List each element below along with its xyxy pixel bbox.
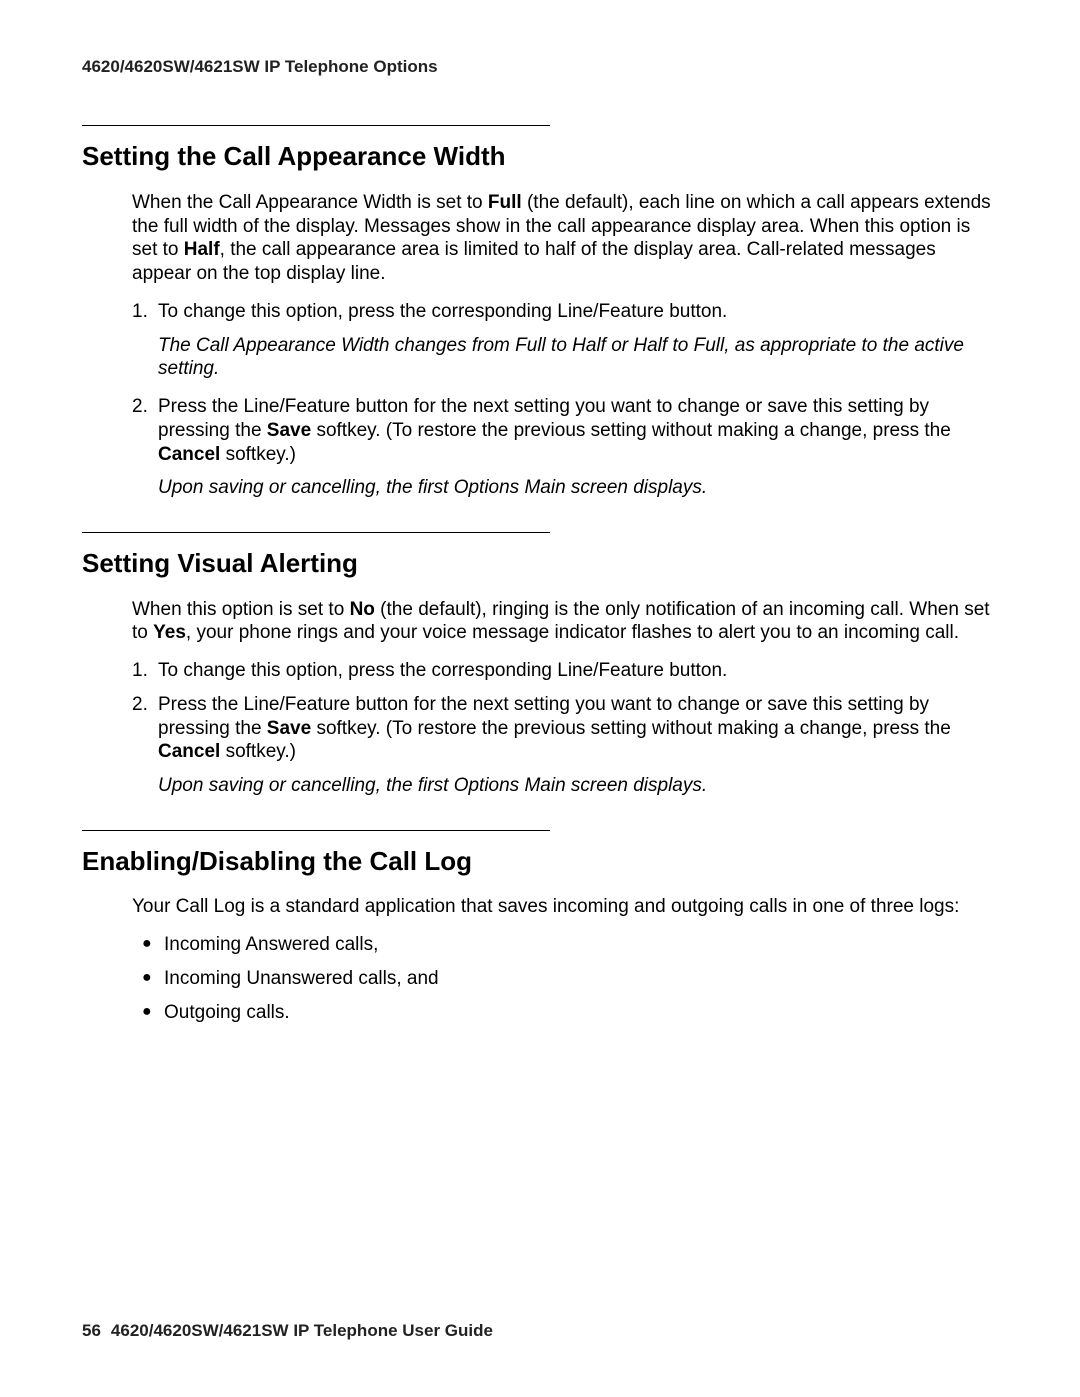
text-bold: Half [184,239,220,260]
text-bold: Cancel [158,741,220,762]
bullet-icon: ● [142,933,164,955]
text-bold: Cancel [158,444,220,465]
ordered-list: 1. To change this option, press the corr… [132,659,998,798]
list-number: 2. [132,395,158,466]
bullet-icon: ● [142,1001,164,1023]
document-page: 4620/4620SW/4621SW IP Telephone Options … [0,0,1080,1397]
list-text: To change this option, press the corresp… [158,659,998,683]
text: , your phone rings and your voice messag… [186,622,959,643]
section-heading: Setting Visual Alerting [82,547,998,580]
list-number: 1. [132,300,158,324]
bullet-icon: ● [142,967,164,989]
list-text: Press the Line/Feature button for the ne… [158,693,998,764]
list-text: Incoming Answered calls, [164,933,998,957]
page-footer: 56 4620/4620SW/4621SW IP Telephone User G… [82,1320,493,1341]
step-result: Upon saving or cancelling, the first Opt… [158,476,998,500]
text-bold: No [350,599,375,620]
list-text: To change this option, press the corresp… [158,300,998,324]
text: , the call appearance area is limited to… [132,239,936,284]
section-visual-alerting: Setting Visual Alerting When this option… [82,532,998,798]
list-item: ● Incoming Unanswered calls, and [142,967,998,991]
list-item: 2. Press the Line/Feature button for the… [132,395,998,466]
text-bold: Save [267,718,311,739]
section-intro: Your Call Log is a standard application … [132,895,998,919]
text-bold: Full [488,192,522,213]
section-heading: Enabling/Disabling the Call Log [82,845,998,878]
text: When the Call Appearance Width is set to [132,192,488,213]
section-rule [82,830,550,831]
text: softkey.) [220,444,296,465]
list-item: ● Incoming Answered calls, [142,933,998,957]
list-text: Incoming Unanswered calls, and [164,967,998,991]
list-number: 1. [132,659,158,683]
step-result: Upon saving or cancelling, the first Opt… [158,774,998,798]
page-number: 56 [82,1321,101,1340]
list-item: 1. To change this option, press the corr… [132,300,998,324]
ordered-list: 1. To change this option, press the corr… [132,300,998,500]
section-rule [82,125,550,126]
list-text: Outgoing calls. [164,1001,998,1025]
text: When this option is set to [132,599,350,620]
section-intro: When the Call Appearance Width is set to… [132,191,998,286]
section-call-log: Enabling/Disabling the Call Log Your Cal… [82,830,998,1025]
text: softkey. (To restore the previous settin… [311,420,951,441]
section-heading: Setting the Call Appearance Width [82,140,998,173]
list-item: ● Outgoing calls. [142,1001,998,1025]
bullet-list: ● Incoming Answered calls, ● Incoming Un… [142,933,998,1024]
text-bold: Yes [153,622,186,643]
text: softkey. (To restore the previous settin… [311,718,951,739]
text-bold: Save [267,420,311,441]
section-call-appearance-width: Setting the Call Appearance Width When t… [82,125,998,500]
list-item: 1. To change this option, press the corr… [132,659,998,683]
list-number: 2. [132,693,158,764]
list-item: 2. Press the Line/Feature button for the… [132,693,998,764]
running-header: 4620/4620SW/4621SW IP Telephone Options [82,56,998,77]
section-intro: When this option is set to No (the defau… [132,598,998,646]
footer-title: 4620/4620SW/4621SW IP Telephone User Gui… [111,1321,493,1340]
list-text: Press the Line/Feature button for the ne… [158,395,998,466]
section-rule [82,532,550,533]
text: softkey.) [220,741,296,762]
step-result: The Call Appearance Width changes from F… [158,334,998,382]
